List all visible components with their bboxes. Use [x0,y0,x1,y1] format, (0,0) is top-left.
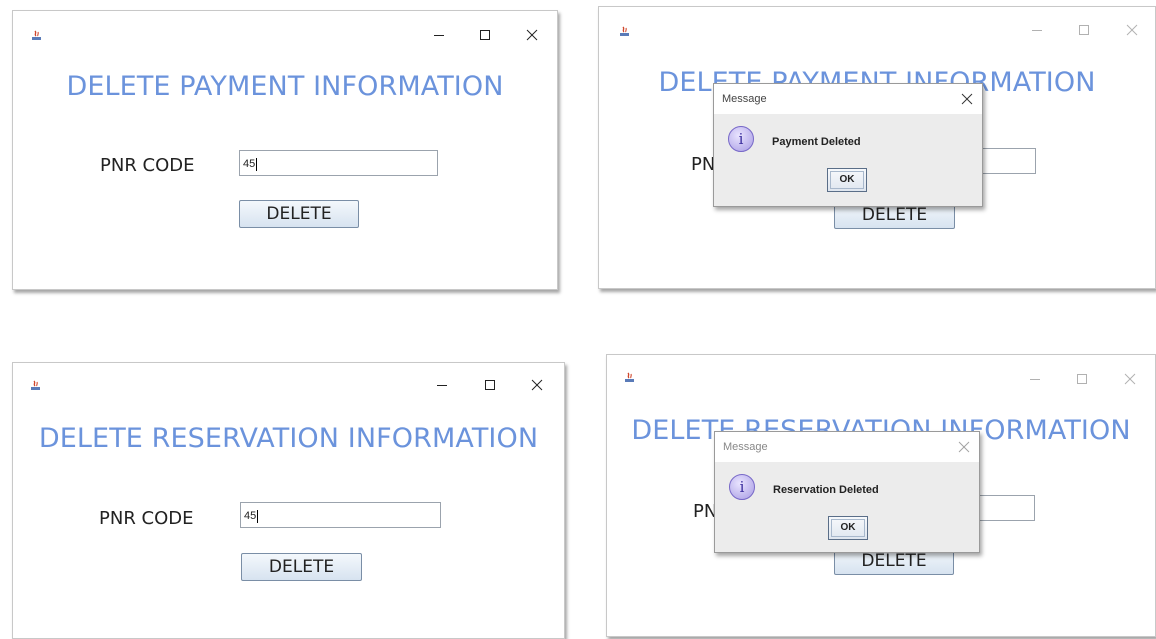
dialog-message: Reservation Deleted [773,484,879,496]
dialog-titlebar: Message [715,432,979,462]
dialog-close-icon[interactable] [960,92,974,106]
pnr-code-label: PN [691,154,716,175]
page-title: DELETE PAYMENT INFORMATION [66,71,504,102]
ok-button[interactable]: OK [828,516,868,540]
close-icon[interactable] [1125,23,1139,37]
pnr-code-value: 45 [243,158,256,170]
delete-reservation-window-with-dialog: DELETE RESERVATION INFORMATION PN DELETE… [606,354,1156,637]
delete-button[interactable]: DELETE [239,200,359,228]
info-icon: i [729,474,755,500]
dialog-titlebar: Message [714,84,982,114]
maximize-icon[interactable] [478,28,492,42]
pnr-code-label: PNR CODE [99,508,194,529]
minimize-icon[interactable] [1028,372,1042,386]
java-app-icon [31,380,40,390]
delete-reservation-window: DELETE RESERVATION INFORMATION PNR CODE … [12,362,565,639]
text-caret [256,157,258,171]
maximize-icon[interactable] [1075,372,1089,386]
java-app-icon [620,26,629,36]
minimize-icon[interactable] [435,378,449,392]
pnr-code-label: PNR CODE [100,155,195,176]
dialog-title: Message [723,441,768,453]
pnr-code-input[interactable]: 45 [240,502,441,528]
close-icon[interactable] [1123,372,1137,386]
message-dialog: Message i Payment Deleted OK [713,83,983,207]
page-title: DELETE RESERVATION INFORMATION [38,423,539,454]
dialog-title: Message [722,93,767,105]
dialog-close-icon[interactable] [957,440,971,454]
ok-button[interactable]: OK [827,168,867,192]
minimize-icon[interactable] [1030,23,1044,37]
ok-button-label: OK [840,522,856,533]
close-icon[interactable] [530,378,544,392]
info-icon: i [728,126,754,152]
pnr-code-value: 45 [244,510,257,522]
pnr-code-input[interactable]: 45 [239,150,438,176]
ok-button-label: OK [839,174,855,185]
java-app-icon [625,372,634,382]
java-app-icon [32,30,41,40]
text-caret [257,509,259,523]
maximize-icon[interactable] [483,378,497,392]
delete-payment-window-with-dialog: DELETE PAYMENT INFORMATION PN DELETE Mes… [598,6,1156,289]
close-icon[interactable] [525,28,539,42]
delete-button[interactable]: DELETE [241,553,362,581]
minimize-icon[interactable] [432,28,446,42]
maximize-icon[interactable] [1077,23,1091,37]
message-dialog: Message i Reservation Deleted OK [714,431,980,553]
dialog-message: Payment Deleted [772,136,861,148]
delete-payment-window: DELETE PAYMENT INFORMATION PNR CODE 45 D… [12,10,558,290]
